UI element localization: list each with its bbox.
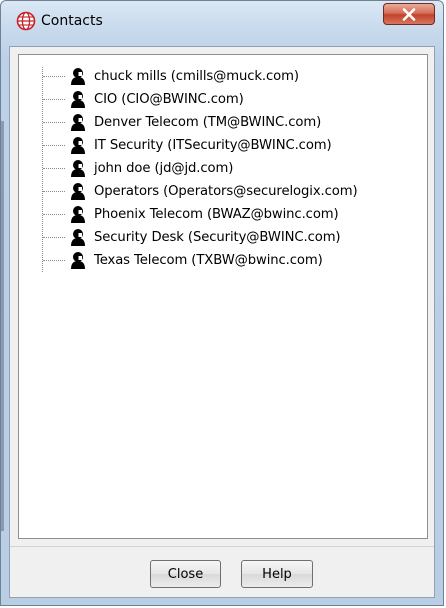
tree-connector bbox=[43, 167, 65, 169]
button-bar: Close Help bbox=[10, 546, 434, 598]
window-left-edge bbox=[1, 121, 4, 531]
tree-connector bbox=[43, 259, 65, 261]
close-icon bbox=[402, 7, 416, 21]
person-icon bbox=[71, 68, 85, 85]
contact-item[interactable]: chuck mills (cmills@muck.com) bbox=[43, 65, 299, 87]
contact-label: Texas Telecom (TXBW@bwinc.com) bbox=[94, 252, 323, 268]
person-icon bbox=[71, 229, 85, 246]
person-icon bbox=[71, 114, 85, 131]
tree-connector bbox=[43, 75, 65, 77]
person-icon bbox=[71, 183, 85, 200]
contact-item[interactable]: IT Security (ITSecurity@BWINC.com) bbox=[43, 134, 332, 156]
title-bar[interactable]: Contacts bbox=[1, 1, 443, 45]
contact-item[interactable]: Denver Telecom (TM@BWINC.com) bbox=[43, 111, 321, 133]
tree-connector bbox=[43, 190, 65, 192]
person-icon bbox=[71, 137, 85, 154]
contact-item[interactable]: john doe (jd@jd.com) bbox=[43, 157, 233, 179]
contact-label: Operators (Operators@securelogix.com) bbox=[94, 183, 358, 199]
contact-label: john doe (jd@jd.com) bbox=[94, 160, 234, 176]
contacts-window: Contacts chuck mills (cmills@muck.com) C… bbox=[0, 0, 444, 606]
person-icon bbox=[71, 206, 85, 223]
close-button[interactable]: Close bbox=[150, 560, 221, 588]
tree-connector bbox=[43, 98, 65, 100]
contact-label: Phoenix Telecom (BWAZ@bwinc.com) bbox=[94, 206, 339, 222]
dialog-body: chuck mills (cmills@muck.com) CIO (CIO@B… bbox=[9, 46, 435, 598]
contact-label: Security Desk (Security@BWINC.com) bbox=[94, 229, 341, 245]
tree-connector bbox=[43, 236, 65, 238]
window-title: Contacts bbox=[41, 13, 103, 29]
globe-icon bbox=[16, 11, 36, 31]
help-button[interactable]: Help bbox=[241, 560, 313, 588]
contact-label: IT Security (ITSecurity@BWINC.com) bbox=[94, 137, 332, 153]
contact-item[interactable]: Phoenix Telecom (BWAZ@bwinc.com) bbox=[43, 203, 339, 225]
contact-item[interactable]: Security Desk (Security@BWINC.com) bbox=[43, 226, 341, 248]
contact-item[interactable]: CIO (CIO@BWINC.com) bbox=[43, 88, 244, 110]
window-close-button[interactable] bbox=[383, 3, 435, 25]
contact-item[interactable]: Texas Telecom (TXBW@bwinc.com) bbox=[43, 249, 323, 271]
contacts-tree[interactable]: chuck mills (cmills@muck.com) CIO (CIO@B… bbox=[18, 54, 428, 539]
contact-label: chuck mills (cmills@muck.com) bbox=[94, 68, 299, 84]
person-icon bbox=[71, 252, 85, 269]
person-icon bbox=[71, 91, 85, 108]
contact-label: Denver Telecom (TM@BWINC.com) bbox=[94, 114, 322, 130]
contact-label: CIO (CIO@BWINC.com) bbox=[94, 91, 244, 107]
tree-connector bbox=[43, 144, 65, 146]
contact-item[interactable]: Operators (Operators@securelogix.com) bbox=[43, 180, 358, 202]
person-icon bbox=[71, 160, 85, 177]
tree-connector bbox=[43, 213, 65, 215]
tree-connector bbox=[43, 121, 65, 123]
